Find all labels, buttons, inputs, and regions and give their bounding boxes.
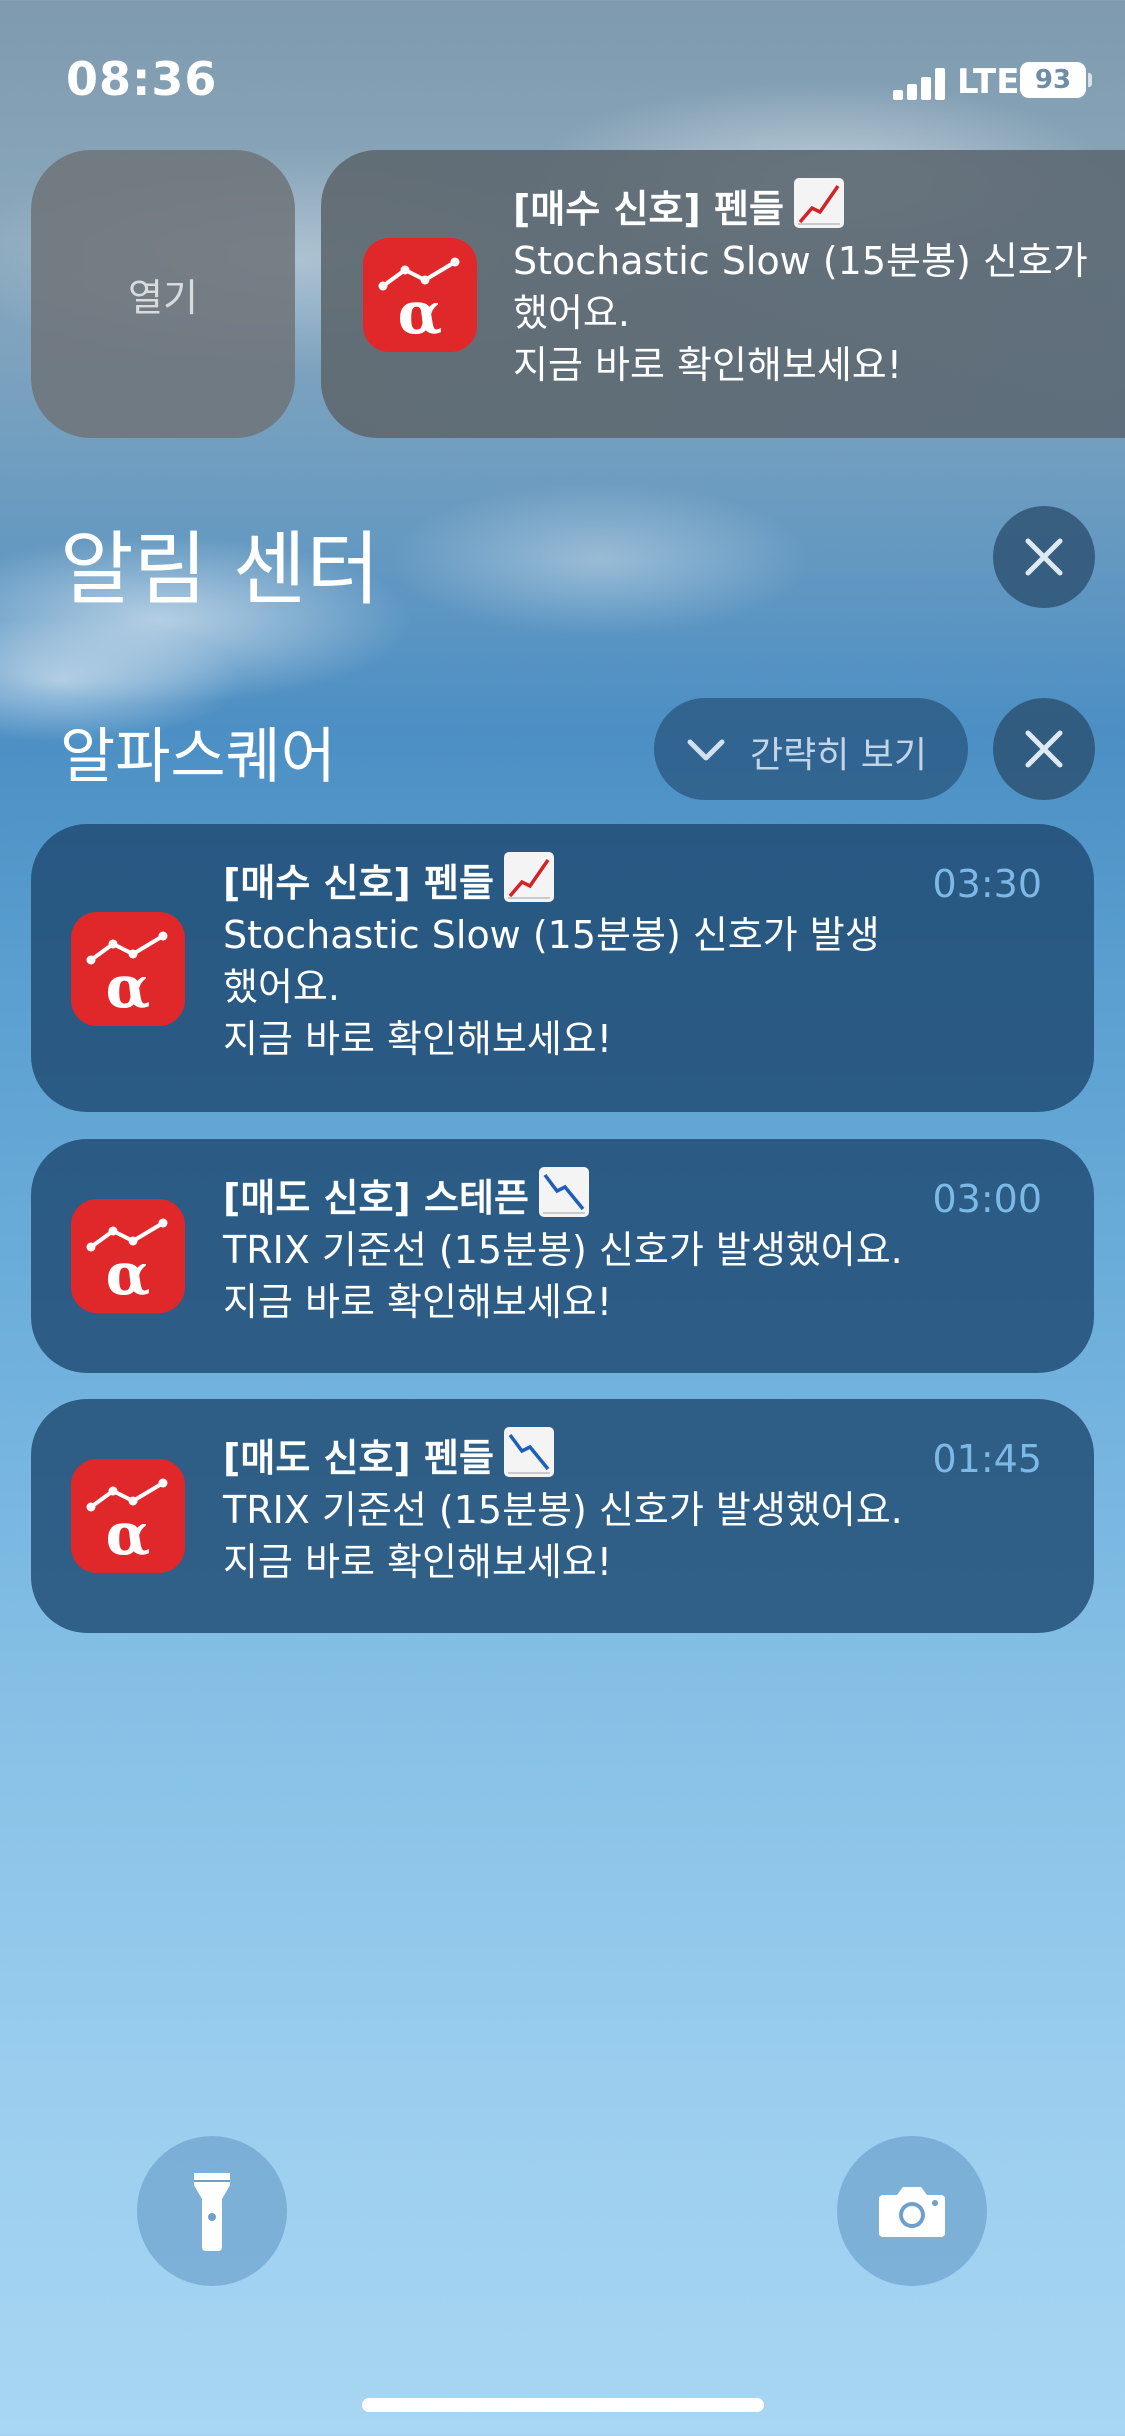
alphasquare-app-icon: α bbox=[71, 1459, 185, 1573]
chart-increasing-icon bbox=[503, 852, 554, 902]
alphasquare-app-icon: α bbox=[71, 1199, 185, 1313]
notification-time: 01:45 bbox=[932, 1437, 1042, 1481]
status-time: 08:36 bbox=[66, 52, 218, 106]
svg-text:α: α bbox=[106, 1240, 151, 1308]
chart-decreasing-icon bbox=[503, 1427, 554, 1477]
notification-center-title: 알림 센터 bbox=[60, 523, 380, 616]
flashlight-icon bbox=[194, 2173, 230, 2251]
banner-line1: Stochastic Slow (15분봉) 신호가 bbox=[513, 239, 1088, 283]
notification-time: 03:00 bbox=[932, 1177, 1042, 1221]
banner-title: [매수 신호] 펜들 bbox=[513, 187, 784, 231]
notification-line2: 했어요. bbox=[223, 965, 340, 1009]
chevron-down-icon bbox=[687, 739, 725, 761]
close-icon bbox=[1025, 730, 1063, 768]
show-less-button[interactable]: 간략히 보기 bbox=[654, 698, 968, 800]
camera-button[interactable] bbox=[837, 2136, 987, 2286]
notification-content: [매도 신호] 스테픈 TRIX 기준선 (15분봉) 신호가 발생했어요. 지… bbox=[223, 1167, 1043, 1328]
battery-icon: 93 bbox=[1020, 62, 1086, 98]
chart-decreasing-icon bbox=[538, 1167, 589, 1217]
notification-title: [매도 신호] 스테픈 bbox=[223, 1176, 529, 1220]
banner-content: [매수 신호] 펜들 Stochastic Slow (15분봉) 신호가 했어… bbox=[513, 178, 1125, 391]
notification-time: 03:30 bbox=[932, 862, 1042, 906]
camera-icon bbox=[879, 2187, 945, 2237]
notification-content: [매수 신호] 펜들 Stochastic Slow (15분봉) 신호가 발생… bbox=[223, 852, 1043, 1065]
notification-line1: TRIX 기준선 (15분봉) 신호가 발생했어요. bbox=[223, 1488, 903, 1532]
status-bar: 08:36 LTE 93 bbox=[0, 0, 1125, 150]
notification-card[interactable]: α [매도 신호] 스테픈 TRIX 기준선 (15분봉) 신호가 발생했어요.… bbox=[31, 1139, 1094, 1373]
close-icon bbox=[1025, 538, 1063, 576]
battery-tip bbox=[1088, 73, 1092, 87]
svg-text:α: α bbox=[106, 953, 151, 1021]
home-indicator[interactable] bbox=[362, 2398, 764, 2412]
show-less-label: 간략히 보기 bbox=[750, 735, 928, 776]
alphasquare-app-icon: α bbox=[363, 238, 477, 352]
svg-text:α: α bbox=[106, 1500, 151, 1568]
clear-all-button[interactable] bbox=[993, 506, 1095, 608]
alphasquare-app-icon: α bbox=[71, 912, 185, 1026]
notification-line3: 지금 바로 확인해보세요! bbox=[223, 1017, 612, 1061]
notification-card[interactable]: α [매수 신호] 펜들 Stochastic Slow (15분봉) 신호가 … bbox=[31, 824, 1094, 1112]
notification-line1: TRIX 기준선 (15분봉) 신호가 발생했어요. bbox=[223, 1228, 903, 1272]
banner-line2: 했어요. bbox=[513, 291, 630, 335]
open-button[interactable]: 열기 bbox=[31, 150, 295, 438]
flashlight-button[interactable] bbox=[137, 2136, 287, 2286]
signal-icon bbox=[893, 68, 945, 100]
notification-title: [매도 신호] 펜들 bbox=[223, 1436, 494, 1480]
notification-line1: Stochastic Slow (15분봉) 신호가 발생 bbox=[223, 913, 880, 957]
notification-content: [매도 신호] 펜들 TRIX 기준선 (15분봉) 신호가 발생했어요. 지금… bbox=[223, 1427, 1043, 1588]
clear-group-button[interactable] bbox=[993, 698, 1095, 800]
app-group-title: 알파스퀘어 bbox=[60, 722, 336, 792]
notification-banner[interactable]: α [매수 신호] 펜들 Stochastic Slow (15분봉) 신호가 … bbox=[321, 150, 1125, 438]
notification-line2: 지금 바로 확인해보세요! bbox=[223, 1540, 612, 1584]
network-label: LTE bbox=[957, 62, 1020, 102]
chart-increasing-icon bbox=[793, 178, 844, 228]
svg-text:α: α bbox=[398, 279, 443, 347]
banner-line3: 지금 바로 확인해보세요! bbox=[513, 343, 902, 387]
notification-card[interactable]: α [매도 신호] 펜들 TRIX 기준선 (15분봉) 신호가 발생했어요. … bbox=[31, 1399, 1094, 1633]
notification-line2: 지금 바로 확인해보세요! bbox=[223, 1280, 612, 1324]
notification-title: [매수 신호] 펜들 bbox=[223, 861, 494, 905]
